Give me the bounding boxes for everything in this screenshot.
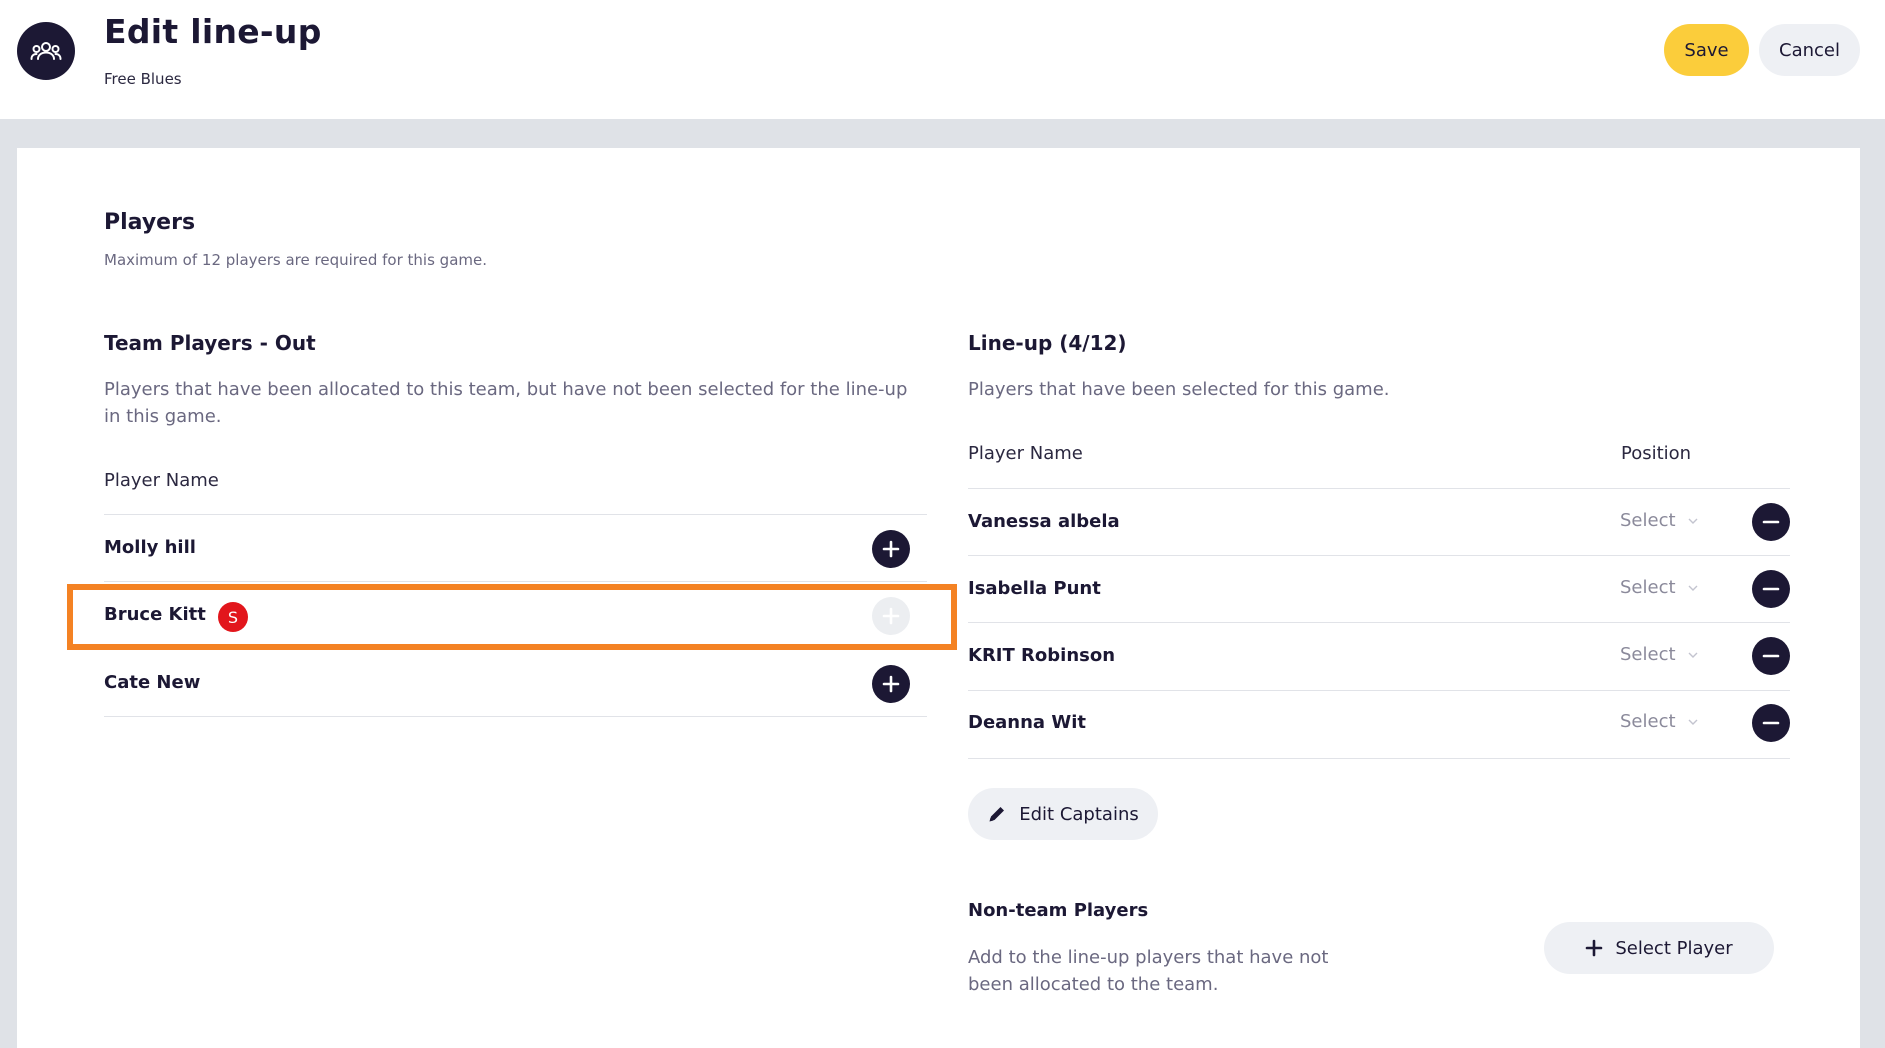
save-button[interactable]: Save [1664,24,1749,76]
position-select-value: Select [1620,711,1676,732]
lineup-column-position: Position [1621,443,1692,464]
edit-captains-label: Edit Captains [1019,803,1139,825]
divider [968,488,1790,489]
lineup-player-name: Isabella Punt [968,578,1101,599]
remove-player-button[interactable] [1752,570,1790,608]
chevron-down-icon [1688,585,1698,591]
lineup-player-name: Vanessa albela [968,511,1120,532]
divider [968,622,1790,623]
position-select-value: Select [1620,577,1676,598]
lineup-player-name: Deanna Wit [968,712,1086,733]
minus-icon [1762,654,1780,658]
players-section-title: Players [104,210,196,235]
edit-captains-button[interactable]: Edit Captains [968,788,1158,840]
minus-icon [1762,587,1780,591]
position-select[interactable]: Select [1620,644,1698,665]
out-list-description: Players that have been allocated to this… [104,379,908,427]
remove-player-button[interactable] [1752,637,1790,675]
position-select-value: Select [1620,644,1676,665]
cancel-button[interactable]: Cancel [1759,24,1860,76]
players-requirement-text: Maximum of 12 players are required for t… [104,251,487,269]
lineup-title: Line-up (4/12) [968,331,1127,355]
lineup-player-name: KRIT Robinson [968,645,1116,666]
position-select[interactable]: Select [1620,577,1698,598]
page-header: Edit line-up Free Blues Save Cancel [0,0,1885,119]
out-list-title: Team Players - Out [104,331,316,355]
divider [968,690,1790,691]
out-list-column-player-name: Player Name [104,470,219,491]
page-title: Edit line-up [104,12,322,51]
chevron-down-icon [1688,652,1698,658]
add-player-button[interactable] [872,665,910,703]
highlighted-row-outline [67,584,957,650]
minus-icon [1762,520,1780,524]
position-select-value: Select [1620,510,1676,531]
chevron-down-icon [1688,518,1698,524]
out-player-name: Molly hill [104,537,196,558]
divider [104,514,927,515]
position-select[interactable]: Select [1620,711,1698,732]
team-icon [30,42,62,60]
non-team-description: Add to the line-up players that have not… [968,947,1329,995]
plus-icon [882,540,900,558]
add-player-button[interactable] [872,530,910,568]
remove-player-button[interactable] [1752,704,1790,742]
position-select[interactable]: Select [1620,510,1698,531]
divider [104,581,927,582]
out-player-name: Cate New [104,672,201,693]
team-name: Free Blues [104,70,182,88]
team-avatar [17,22,75,80]
lineup-column-player-name: Player Name [968,443,1083,464]
divider [968,555,1790,556]
select-player-label: Select Player [1615,937,1733,959]
plus-icon [1586,939,1603,957]
divider [104,716,927,717]
pencil-icon [989,807,1005,822]
lineup-description: Players that have been selected for this… [968,379,1390,400]
remove-player-button[interactable] [1752,503,1790,541]
minus-icon [1762,721,1780,725]
plus-icon [882,675,900,693]
divider [968,758,1790,759]
chevron-down-icon [1688,719,1698,725]
select-player-button[interactable]: Select Player [1544,922,1774,974]
non-team-title: Non-team Players [968,900,1149,921]
